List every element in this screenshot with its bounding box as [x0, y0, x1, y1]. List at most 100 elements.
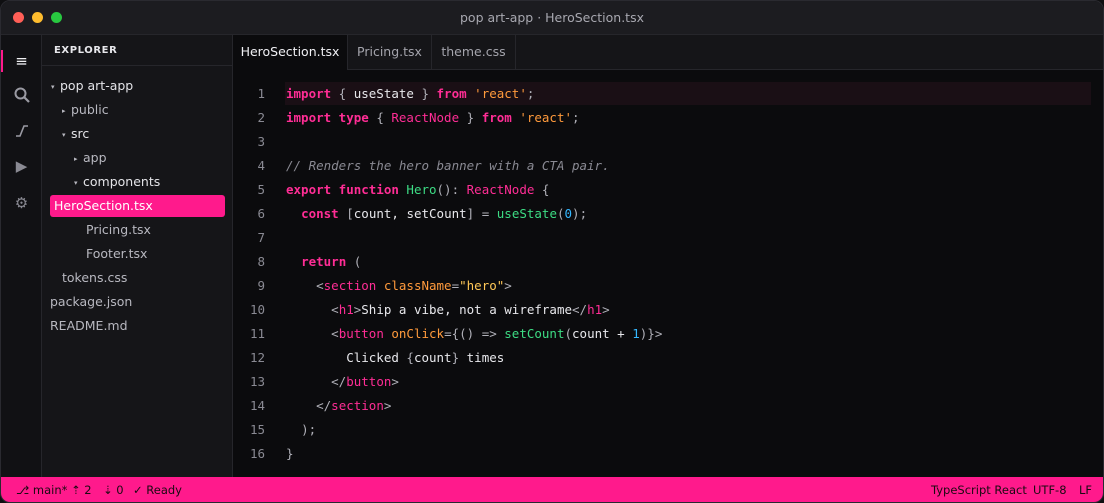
code-token: button [346, 374, 392, 389]
code-token: < [316, 278, 324, 293]
tree-folder-src[interactable]: ▾ src [62, 123, 89, 145]
tree-label: components [83, 174, 161, 189]
code-line[interactable]: 2 import type { ReactNode } from 'react'; [233, 106, 1103, 130]
code-line[interactable]: 4 // Renders the hero banner with a CTA p… [233, 154, 1103, 178]
status-branch[interactable]: ⎇ main* [16, 483, 67, 497]
code-token: )}> [639, 326, 663, 341]
tree-folder-components[interactable]: ▾ components [74, 171, 160, 193]
tree-label: app [83, 150, 107, 165]
code-line[interactable]: 13 </button> [233, 370, 1103, 394]
code-token: ( [564, 326, 573, 341]
code-line[interactable]: 14 </section> [233, 394, 1103, 418]
code-editor[interactable]: 1 import { useState } from 'react'; 2 impor… [233, 70, 1103, 477]
code-token: ); [572, 206, 588, 221]
code-token: useState [496, 206, 557, 221]
code-token: > [602, 302, 610, 317]
code-token: ] = [466, 206, 497, 221]
tree-file-tokens[interactable]: tokens.css [62, 267, 127, 289]
code-token: section [331, 398, 384, 413]
code-line[interactable]: 6 const [count, setCount] = useState(0); [233, 202, 1103, 226]
line-number: 15 [249, 422, 265, 437]
search-icon[interactable] [1, 78, 42, 112]
code-line[interactable]: 7 [233, 226, 1103, 250]
run-icon[interactable]: ▶ [1, 149, 42, 183]
gear-icon[interactable]: ⚙ [1, 186, 42, 220]
tab-theme[interactable]: theme.css [432, 35, 516, 70]
status-eol[interactable]: LF [1079, 483, 1092, 497]
code-token: ; [572, 110, 580, 125]
tree-folder-root[interactable]: ▾ pop art-app [51, 75, 133, 97]
code-token: import [286, 110, 332, 125]
tree-file-footer[interactable]: Footer.tsx [86, 243, 147, 265]
code-line[interactable]: 12 Clicked {count} times [233, 346, 1103, 370]
tree-file-package[interactable]: package.json [50, 291, 132, 313]
code-text: <section className="hero"> [286, 274, 512, 298]
status-bar: ⎇ main* ⇡ 2 ⇣ 0 ✓ Ready TypeScript React… [1, 477, 1103, 502]
code-token: </ [572, 302, 588, 317]
tab-pricing[interactable]: Pricing.tsx [348, 35, 432, 70]
code-line[interactable]: 10 <h1>Ship a vibe, not a wireframe</h1> [233, 298, 1103, 322]
code-token: count [413, 350, 452, 365]
tree-label: public [71, 102, 109, 117]
status-encoding[interactable]: UTF-8 [1033, 483, 1067, 497]
chevron-down-icon: ▾ [74, 178, 78, 187]
window-title: pop art-app · HeroSection.tsx [460, 10, 644, 25]
menu-icon[interactable]: ≡ [1, 44, 42, 78]
source-control-icon[interactable] [1, 114, 42, 148]
code-line[interactable]: 11 <button onClick={() => setCount(count… [233, 322, 1103, 346]
activity-bar: ≡ ▶ ⚙ [1, 35, 42, 477]
tree-file-herosection[interactable]: HeroSection.tsx [50, 195, 225, 217]
code-text: import { useState } from 'react'; [286, 82, 534, 106]
tree-folder-app[interactable]: ▸ app [74, 147, 107, 169]
search-icon-glyph [14, 87, 30, 103]
branch-icon-glyph [15, 125, 28, 137]
status-ready: ✓ Ready [133, 483, 182, 497]
code-token: } [286, 446, 294, 461]
code-token: } [413, 86, 437, 101]
code-token: { [534, 182, 550, 197]
code-token: section [323, 278, 377, 293]
code-line[interactable]: 8 return ( [233, 250, 1103, 274]
code-token: "hero" [459, 278, 505, 293]
tree-folder-public[interactable]: ▸ public [62, 99, 109, 121]
code-line[interactable]: 9 <section className="hero"> [233, 274, 1103, 298]
explorer-header: EXPLORER [42, 35, 232, 66]
code-line[interactable]: 16} [233, 442, 1103, 466]
status-ahead[interactable]: ⇡ 2 [71, 483, 92, 497]
code-token: = [451, 278, 460, 293]
code-token: } [451, 350, 460, 365]
tree-file-pricing[interactable]: Pricing.tsx [86, 219, 151, 241]
tree-file-readme[interactable]: README.md [50, 315, 128, 337]
code-line[interactable]: 15 ); [233, 418, 1103, 442]
status-behind[interactable]: ⇣ 0 [103, 483, 124, 497]
code-token: < [331, 302, 339, 317]
code-text: </button> [286, 370, 399, 394]
code-token: { [368, 110, 392, 125]
chevron-right-icon: ▸ [62, 106, 66, 115]
chevron-right-icon: ▸ [74, 154, 78, 163]
code-token: from [481, 110, 512, 125]
code-token: < [331, 326, 339, 341]
line-number: 2 [257, 110, 265, 125]
code-text: <h1>Ship a vibe, not a wireframe</h1> [286, 298, 610, 322]
code-text: Clicked {count} times [286, 346, 504, 370]
line-number: 13 [249, 374, 265, 389]
tab-herosection[interactable]: HeroSection.tsx [233, 35, 348, 71]
line-number: 9 [257, 278, 265, 293]
status-language[interactable]: TypeScript React [931, 483, 1027, 497]
code-token: [ [338, 206, 354, 221]
code-line[interactable]: 5 export function Hero(): ReactNode { [233, 178, 1103, 202]
code-text: return ( [286, 250, 361, 274]
code-text: import type { ReactNode } from 'react'; [286, 106, 580, 130]
code-token: export [286, 182, 332, 197]
code-token: import [286, 86, 332, 101]
code-line[interactable]: 3 [233, 130, 1103, 154]
code-line[interactable]: 1 import { useState } from 'react'; [233, 82, 1103, 106]
code-token: // Renders the hero banner with a CTA pa… [286, 158, 610, 173]
